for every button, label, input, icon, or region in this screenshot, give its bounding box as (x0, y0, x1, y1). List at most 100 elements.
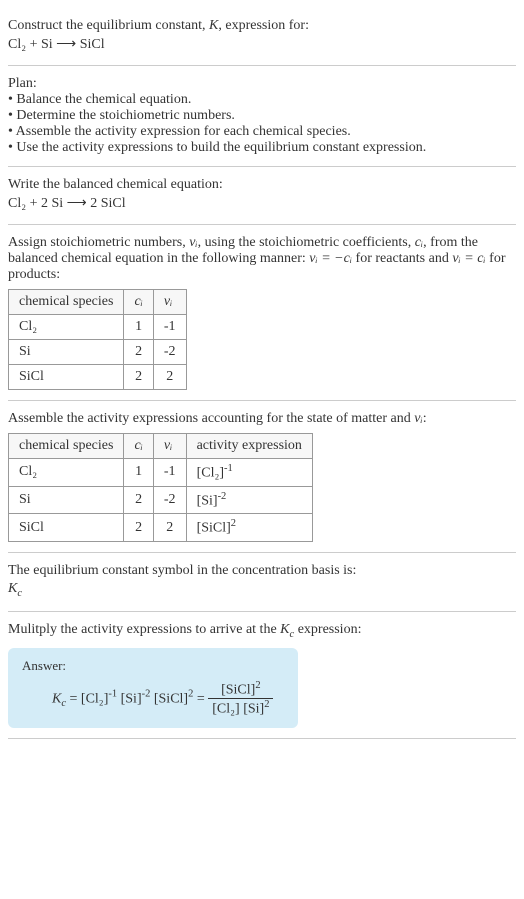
activity-header: Assemble the activity expressions accoun… (8, 411, 516, 427)
col-ci: cᵢ (124, 290, 153, 315)
cell-v: -2 (153, 340, 186, 365)
stoich-t1: Assign stoichiometric numbers, (8, 235, 189, 250)
plan-section: Plan: • Balance the chemical equation. •… (8, 66, 516, 167)
activity-table: chemical species cᵢ νᵢ activity expressi… (8, 433, 313, 542)
stoich-table: chemical species cᵢ νᵢ Cl₂ 1 -1 Si 2 -2 … (8, 289, 187, 390)
balanced-equation: Cl₂ + 2 Si ⟶ 2 SiCl (8, 193, 516, 214)
cell-c: 1 (124, 315, 153, 340)
ans-t2e: -2 (142, 688, 151, 699)
cell-c: 1 (124, 459, 153, 487)
cell-sp: Si (9, 340, 124, 365)
multiply-section: Mulitply the activity expressions to arr… (8, 612, 516, 739)
intro-line1b: , expression for: (218, 18, 309, 33)
ans-eq2: = (193, 691, 208, 706)
a-exp: -2 (218, 491, 227, 502)
cell-sp: Si (9, 486, 124, 514)
stoich-ci: cᵢ (415, 235, 423, 250)
num-base: [SiCl] (221, 682, 255, 697)
stoich-t4: for reactants and (352, 251, 452, 266)
table-row: Cl₂ 1 -1 (9, 315, 187, 340)
table-header-row: chemical species cᵢ νᵢ activity expressi… (9, 434, 313, 459)
k-symbol: K (209, 18, 218, 33)
table-row: SiCl 2 2 [SiCl]2 (9, 514, 313, 542)
a-base: [SiCl] (197, 521, 231, 536)
cell-v: -1 (153, 459, 186, 487)
cell-v: 2 (153, 365, 186, 390)
kc-k: K (8, 581, 17, 596)
mult-kc: K (280, 622, 289, 637)
frac-den: [Cl₂] [Si]2 (208, 699, 273, 718)
activity-h2: : (423, 411, 427, 426)
stoich-rel2: νᵢ = cᵢ (452, 251, 485, 266)
ans-t2b: [Si] (121, 691, 142, 706)
multiply-text: Mulitply the activity expressions to arr… (8, 622, 516, 640)
cell-c: 2 (124, 340, 153, 365)
a-base: [Si] (197, 493, 218, 508)
ans-kc: K (52, 691, 61, 706)
activity-h1: Assemble the activity expressions accoun… (8, 411, 414, 426)
plan-header: Plan: (8, 76, 516, 92)
balanced-header: Write the balanced chemical equation: (8, 177, 516, 193)
answer-label: Answer: (22, 658, 284, 674)
frac-num: [SiCl]2 (208, 680, 273, 700)
intro-section: Construct the equilibrium constant, K, e… (8, 8, 516, 66)
intro-equation: Cl₂ + Si ⟶ SiCl (8, 34, 516, 55)
table-row: Si 2 -2 (9, 340, 187, 365)
den2e: 2 (264, 699, 269, 710)
ans-t1b: [Cl₂] (81, 691, 108, 706)
answer-box: Answer: Kc = [Cl₂]-1 [Si]-2 [SiCl]2 = [S… (8, 648, 298, 728)
col-activity: activity expression (186, 434, 312, 459)
table-row: Si 2 -2 [Si]-2 (9, 486, 313, 514)
cell-c: 2 (124, 365, 153, 390)
num-exp: 2 (255, 680, 260, 691)
cell-sp: SiCl (9, 365, 124, 390)
plan-b4: • Use the activity expressions to build … (8, 140, 516, 156)
cell-v: -2 (153, 486, 186, 514)
cell-v: 2 (153, 514, 186, 542)
stoich-t2: , using the stoichiometric coefficients, (198, 235, 415, 250)
table-row: SiCl 2 2 (9, 365, 187, 390)
cell-sp: Cl₂ (9, 315, 124, 340)
intro-line1: Construct the equilibrium constant, (8, 18, 209, 33)
symbol-kc: Kc (8, 579, 516, 601)
symbol-section: The equilibrium constant symbol in the c… (8, 553, 516, 612)
den1: [Cl₂] (212, 702, 239, 717)
plan-b2: • Determine the stoichiometric numbers. (8, 108, 516, 124)
intro-text: Construct the equilibrium constant, K, e… (8, 18, 516, 34)
stoich-section: Assign stoichiometric numbers, νᵢ, using… (8, 225, 516, 401)
mult-t1: Mulitply the activity expressions to arr… (8, 622, 280, 637)
cell-c: 2 (124, 486, 153, 514)
cell-activity: [Si]-2 (186, 486, 312, 514)
cell-sp: SiCl (9, 514, 124, 542)
ans-t3b: [SiCl] (154, 691, 188, 706)
cell-activity: [SiCl]2 (186, 514, 312, 542)
mult-t2: expression: (294, 622, 361, 637)
activity-section: Assemble the activity expressions accoun… (8, 401, 516, 553)
col-species: chemical species (9, 290, 124, 315)
ans-eq: = (66, 691, 81, 706)
col-species: chemical species (9, 434, 124, 459)
ans-t1e: -1 (108, 688, 117, 699)
cell-c: 2 (124, 514, 153, 542)
a-exp: 2 (231, 518, 236, 529)
cell-sp: Cl₂ (9, 459, 124, 487)
a-base: [Cl₂] (197, 466, 224, 481)
fraction: [SiCl]2 [Cl₂] [Si]2 (208, 680, 273, 718)
a-exp: -1 (224, 463, 233, 474)
col-vi: νᵢ (153, 290, 186, 315)
cell-v: -1 (153, 315, 186, 340)
plan-b1: • Balance the chemical equation. (8, 92, 516, 108)
col-vi: νᵢ (153, 434, 186, 459)
symbol-text: The equilibrium constant symbol in the c… (8, 563, 516, 579)
stoich-nui: νᵢ (189, 235, 197, 250)
table-header-row: chemical species cᵢ νᵢ (9, 290, 187, 315)
plan-b3: • Assemble the activity expression for e… (8, 124, 516, 140)
table-row: Cl₂ 1 -1 [Cl₂]-1 (9, 459, 313, 487)
activity-nui: νᵢ (414, 411, 422, 426)
kc-c: c (17, 588, 22, 599)
stoich-rel1: νᵢ = −cᵢ (309, 251, 352, 266)
col-ci: cᵢ (124, 434, 153, 459)
answer-expression: Kc = [Cl₂]-1 [Si]-2 [SiCl]2 = [SiCl]2 [C… (22, 680, 284, 718)
cell-activity: [Cl₂]-1 (186, 459, 312, 487)
den2b: [Si] (243, 702, 264, 717)
